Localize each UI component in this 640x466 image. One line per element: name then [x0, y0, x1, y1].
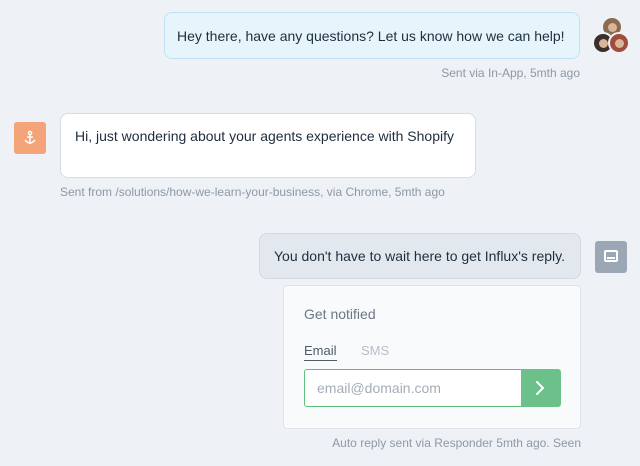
chevron-right-icon [536, 381, 544, 395]
visitor-message-bubble: Hi, just wondering about your agents exp… [60, 113, 476, 178]
team-member-avatar [608, 32, 630, 54]
agent-message-bubble: Hey there, have any questions? Let us kn… [164, 12, 580, 59]
bot-message-text: You don't have to wait here to get Influ… [274, 248, 565, 264]
team-avatar [592, 16, 632, 56]
agent-message-text: Hey there, have any questions? Let us kn… [177, 28, 565, 44]
visitor-avatar [14, 122, 46, 154]
visitor-message-meta: Sent from /solutions/how-we-learn-your-b… [60, 185, 445, 199]
visitor-message-text: Hi, just wondering about your agents exp… [75, 128, 454, 144]
bot-avatar [595, 241, 627, 273]
tab-email[interactable]: Email [304, 343, 337, 361]
bot-message-bubble: You don't have to wait here to get Influ… [259, 233, 581, 279]
tab-sms[interactable]: SMS [361, 343, 389, 360]
notification-title: Get notified [304, 306, 376, 322]
anchor-icon [24, 130, 36, 144]
bot-message-meta: Auto reply sent via Responder 5mth ago. … [332, 436, 581, 450]
agent-message-meta: Sent via In-App, 5mth ago [441, 66, 580, 80]
inbox-tray-icon [604, 250, 618, 262]
notification-card: Get notified Email SMS [283, 285, 581, 429]
email-input[interactable] [304, 369, 522, 407]
submit-email-button[interactable] [521, 369, 561, 407]
